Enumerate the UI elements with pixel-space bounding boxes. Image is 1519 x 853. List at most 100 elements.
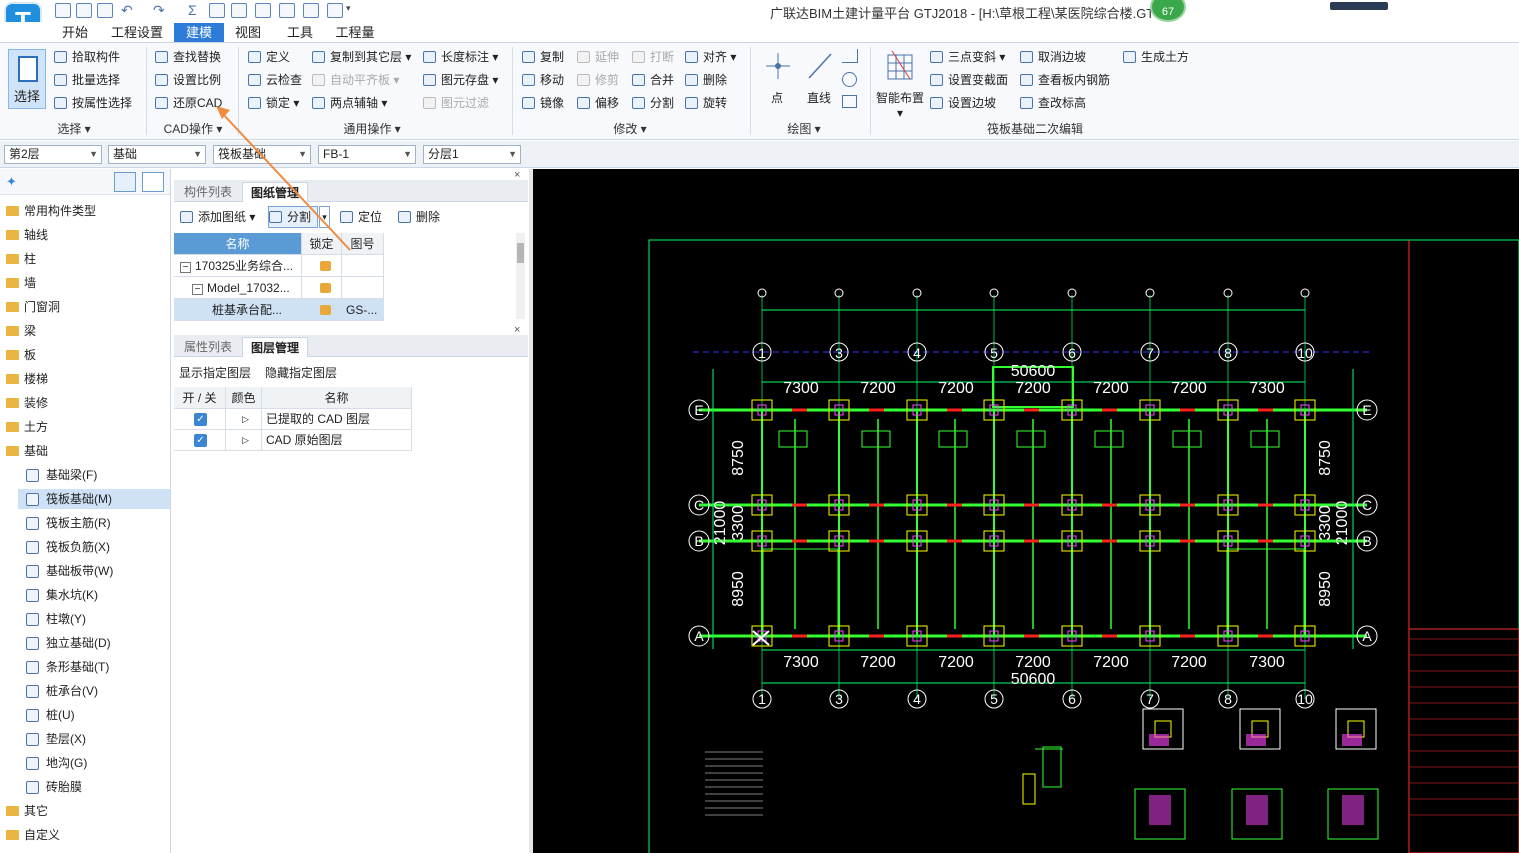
drawing-lock-cell[interactable] [302,255,342,277]
offset-button[interactable]: 偏移 [577,93,619,113]
tree-category[interactable]: 楼梯 [0,369,170,389]
tree-category[interactable]: 柱 [0,249,170,269]
floor-select[interactable]: 第2层 ▼ [4,145,102,164]
tree-category[interactable]: 基础 [0,441,170,461]
close-icon[interactable]: × [514,169,520,181]
align-button[interactable]: 对齐 ▾ [685,47,736,67]
tree-subitem[interactable]: 独立基础(D) [18,633,170,653]
tree-category[interactable]: 其它 [0,801,170,821]
checkbox-icon[interactable]: ✓ [194,413,207,426]
col-color-header[interactable]: 颜色 [226,387,262,409]
check-elevation-button[interactable]: 查改标高 [1020,93,1086,113]
arrow-icon[interactable] [279,3,295,18]
mirror-button[interactable]: 镜像 [522,93,564,113]
rotate-button[interactable]: 旋转 [685,93,727,113]
layer-toggle-cell[interactable]: ✓ [174,430,226,451]
tree-subitem[interactable]: 桩(U) [18,705,170,725]
find-replace-button[interactable]: 查找替换 [155,47,221,67]
split-button[interactable]: 分割 [632,93,674,113]
layer-toggle-cell[interactable]: ✓ [174,409,226,430]
component-select[interactable]: FB-1 ▼ [318,145,416,164]
grid-icon[interactable] [303,3,319,18]
group-select-label[interactable]: 选择 ▾ [50,120,98,137]
tree-subitem[interactable]: 柱墩(Y) [18,609,170,629]
tree-subitem[interactable]: 砖胎膜 [18,777,170,797]
tree-subitem[interactable]: 筏板主筋(R) [18,513,170,533]
type-select[interactable]: 筏板基础 ▼ [213,145,311,164]
tab-quantity[interactable]: 工程量 [330,23,380,42]
sublayer-select[interactable]: 分层1 ▼ [423,145,521,164]
window-controls[interactable] [1330,2,1388,10]
locate-button[interactable]: 定位 [340,207,382,227]
restore-cad-button[interactable]: 还原CAD [155,93,222,113]
tab-tools[interactable]: 工具 [280,23,320,42]
split-drawing-button[interactable]: 分割 [268,206,319,228]
col-layer-name-header[interactable]: 名称 [262,387,412,409]
tree-category[interactable]: 梁 [0,321,170,341]
tab-layer-management[interactable]: 图层管理 [242,337,309,357]
three-point-slope-button[interactable]: 三点变斜 ▾ [930,47,1005,67]
table-icon[interactable] [209,3,225,18]
list-view-icon[interactable] [114,172,136,192]
element-filter-button[interactable]: 图元过滤 [423,93,489,113]
tree-category[interactable]: 土方 [0,417,170,437]
extend-button[interactable]: 延伸 [577,47,619,67]
tree-subitem[interactable]: 条形基础(T) [18,657,170,677]
redo-icon[interactable]: ↷ [153,3,169,18]
line-button[interactable]: 直线 [796,47,842,107]
tree-category[interactable]: 自定义 [0,825,170,845]
tree-subitem[interactable]: 垫层(X) [18,729,170,749]
tree-category[interactable]: 装修 [0,393,170,413]
tab-project-settings[interactable]: 工程设置 [105,23,169,42]
show-layer-button[interactable]: 显示指定图层 [179,364,251,381]
layer-color-cell[interactable]: ▷ [226,409,262,430]
set-edge-slope-button[interactable]: 设置边坡 [930,93,996,113]
smart-layout-button[interactable]: 智能布置 ▾ [874,47,926,120]
tree-subitem[interactable]: 基础梁(F) [18,465,170,485]
more-icon[interactable]: ▾ [346,3,362,18]
collapse-icon[interactable]: − [180,262,191,273]
lock-button[interactable]: 锁定 ▾ [248,93,299,113]
col-code-header[interactable]: 图号 [342,233,384,255]
view-icon[interactable] [255,3,271,18]
undo-icon[interactable]: ↶ [121,3,137,18]
group-draw-label[interactable]: 绘图 ▾ [774,120,834,137]
checkbox-icon[interactable]: ✓ [194,434,207,447]
two-point-axis-button[interactable]: 两点辅轴 ▾ [312,93,387,113]
drawing-name-cell[interactable]: − Model_17032... [174,277,302,299]
move-button[interactable]: 移动 [522,70,564,90]
col-toggle-header[interactable]: 开 / 关 [174,387,226,409]
tree-subitem[interactable]: 集水坑(K) [18,585,170,605]
drawing-lock-cell[interactable] [302,299,342,321]
length-dim-button[interactable]: 长度标注 ▾ [423,47,498,67]
merge-button[interactable]: 合并 [632,70,674,90]
view-rebar-button[interactable]: 查看板内钢筋 [1020,70,1110,90]
cloud-check-button[interactable]: 云检查 [248,70,302,90]
group-modify-label[interactable]: 修改 ▾ [600,120,660,137]
cancel-slope-button[interactable]: 取消边坡 [1020,47,1086,67]
layer-color-cell[interactable]: ▷ [226,430,262,451]
rect-icon[interactable] [842,95,857,108]
hide-layer-button[interactable]: 隐藏指定图层 [265,364,337,381]
tree-subitem[interactable]: 桩承台(V) [18,681,170,701]
group-cad-label[interactable]: CAD操作 ▾ [150,120,236,137]
tree-category[interactable]: 板 [0,345,170,365]
delete-button[interactable]: 删除 [685,70,727,90]
copy-button[interactable]: 复制 [522,47,564,67]
copy-to-floor-button[interactable]: 复制到其它层 ▾ [312,47,411,67]
tree-category[interactable]: 墙 [0,273,170,293]
split-dropdown-icon[interactable]: ▾ [319,206,330,228]
generate-earthwork-button[interactable]: 生成土方 [1123,47,1189,67]
close-icon[interactable]: × [514,324,520,336]
tree-subitem[interactable]: 筏板基础(M) [18,489,170,509]
add-drawing-button[interactable]: 添加图纸 ▾ [180,207,255,227]
drawing-name-cell[interactable]: −170325业务综合... [174,255,302,277]
sum-icon[interactable]: Σ [188,3,204,18]
delete-drawing-button[interactable]: 删除 [398,207,440,227]
drawing-name-cell[interactable]: 桩基承台配... [174,299,302,321]
arc-icon[interactable] [842,49,858,63]
select-by-attr-button[interactable]: 按属性选择 [54,93,132,113]
open-icon[interactable] [97,3,113,18]
pick-component-button[interactable]: 拾取构件 [54,47,120,67]
trim-button[interactable]: 修剪 [577,70,619,90]
